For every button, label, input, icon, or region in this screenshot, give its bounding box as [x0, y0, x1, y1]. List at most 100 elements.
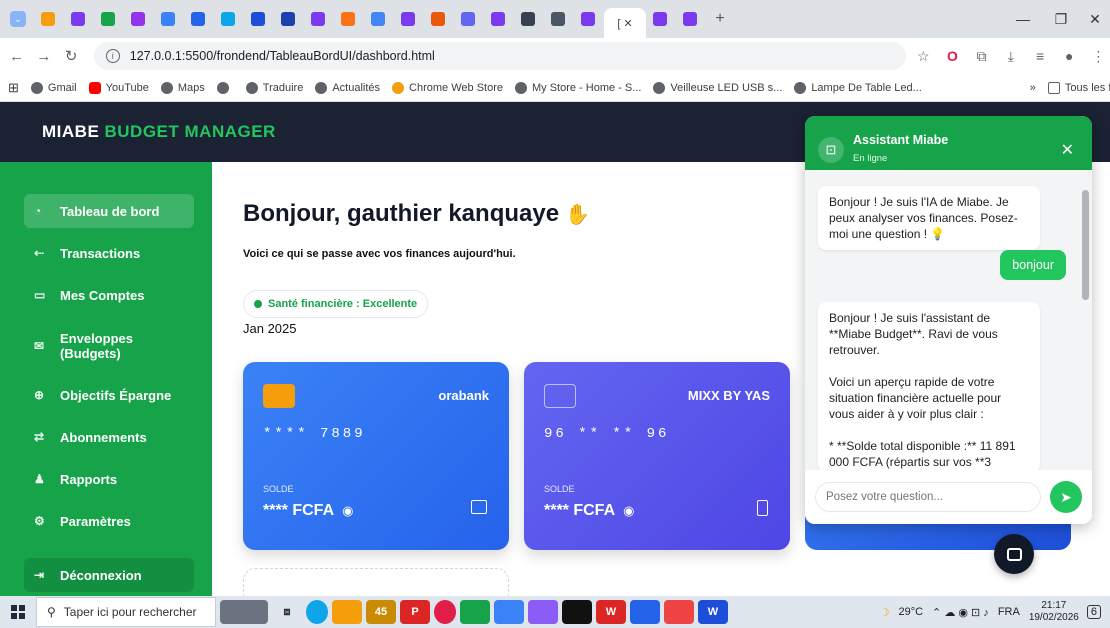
language-indicator[interactable]: FRA [998, 606, 1020, 618]
weather-icon[interactable]: ☽ [880, 606, 890, 619]
logout-button[interactable]: ⇥ Déconnexion [24, 558, 194, 592]
eye-icon[interactable]: ◉ [342, 503, 353, 518]
browser-tab[interactable] [514, 6, 542, 32]
browser-tab[interactable] [244, 6, 272, 32]
wps-icon[interactable]: W [596, 600, 626, 624]
bookmark-star-icon[interactable]: ☆ [912, 48, 935, 65]
bookmark-my-store[interactable]: My Store - Home - S... [515, 81, 641, 94]
browser-tab[interactable] [364, 6, 392, 32]
chat-scrollbar[interactable] [1082, 178, 1089, 464]
back-icon[interactable]: ← [6, 48, 27, 65]
browser-tab[interactable] [184, 6, 212, 32]
browser-tab[interactable] [574, 6, 602, 32]
browser-tab[interactable] [394, 6, 422, 32]
scroll-thumb[interactable] [1082, 190, 1089, 300]
sidebar-item-subscriptions[interactable]: ⇄ Abonnements [24, 420, 194, 454]
restore-icon[interactable]: ❐ [1042, 0, 1080, 38]
chrome-badge-icon[interactable]: 45 [366, 600, 396, 624]
bookmark-youtube[interactable]: YouTube [88, 81, 149, 94]
clock[interactable]: 21:17 19/02/2026 [1029, 600, 1079, 624]
browser-tab[interactable] [94, 6, 122, 32]
file-explorer-icon[interactable] [332, 600, 362, 624]
app-icon[interactable] [528, 600, 558, 624]
account-card[interactable]: MIXX BY YAS 96 ** ** 96 SOLDE **** FCFA ◉ [524, 362, 790, 550]
url-text: 127.0.0.1:5500/frondend/TableauBordUI/da… [129, 49, 435, 63]
browser-tab-active[interactable]: [ ✕ [604, 8, 646, 38]
bookmark-lampe[interactable]: Lampe De Table Led... [794, 81, 922, 94]
browser-tab[interactable] [646, 6, 674, 32]
task-view-icon[interactable]: ⧈ [272, 600, 302, 624]
chat-assistant-name: Assistant Miabe [853, 133, 949, 147]
chat-toggle-button[interactable] [994, 534, 1034, 574]
edge-icon[interactable] [306, 600, 328, 624]
site-info-icon[interactable]: i [105, 49, 120, 63]
browser-tab[interactable] [274, 6, 302, 32]
close-window-icon[interactable]: ✕ [1076, 0, 1110, 38]
notification-icon[interactable]: 6 [1086, 605, 1101, 619]
browser-tab[interactable] [34, 6, 62, 32]
minimize-icon[interactable]: — [1004, 0, 1042, 38]
tray-icons[interactable]: ⌃ ☁ ◉ ⊡ ♪ [932, 606, 989, 619]
bookmark-chrome-store[interactable]: Chrome Web Store [392, 81, 503, 94]
app-icon[interactable] [494, 600, 524, 624]
bookmark-maps[interactable]: Maps [160, 81, 205, 94]
word-icon[interactable]: W [698, 600, 728, 624]
browser-tab[interactable] [424, 6, 452, 32]
sidebar-item-envelopes[interactable]: ✉ Enveloppes (Budgets) [24, 326, 194, 366]
taskbar-search[interactable]: ⚲ Taper ici pour rechercher [36, 597, 216, 627]
account-card[interactable]: orabank **** 7889 SOLDE **** FCFA ◉ [243, 362, 509, 550]
reload-icon[interactable]: ↻ [61, 47, 82, 65]
bookmark-veilleuse[interactable]: Veilleuse LED USB s... [653, 81, 782, 94]
bookmark-globe[interactable] [216, 81, 234, 94]
bookmark-traduire[interactable]: Traduire [245, 81, 303, 94]
chat-messages[interactable]: Bonjour ! Je suis l'IA de Miabe. Je peux… [805, 170, 1092, 470]
chat-input[interactable] [815, 482, 1041, 512]
browser-tab[interactable] [544, 6, 572, 32]
download-icon[interactable]: ⤓ [999, 48, 1022, 65]
forward-icon[interactable]: → [33, 48, 54, 65]
bookmark-gmail[interactable]: Gmail [30, 81, 77, 94]
browser-tab[interactable] [304, 6, 332, 32]
send-icon[interactable]: ➤ [1050, 481, 1082, 513]
powerpoint-icon[interactable]: P [400, 600, 430, 624]
sidebar-item-savings[interactable]: ⊕ Objectifs Épargne [24, 378, 194, 412]
app-icon[interactable] [460, 600, 490, 624]
eye-icon[interactable]: ◉ [623, 503, 634, 518]
start-button[interactable] [0, 596, 36, 628]
chat-panel: ⊡ Assistant Miabe En ligne ✕ Bonjour ! J… [805, 116, 1092, 524]
browser-tab[interactable] [214, 6, 242, 32]
extensions-icon[interactable]: ⧉ [970, 48, 993, 65]
reading-list-icon[interactable]: ≡ [1028, 48, 1051, 64]
sidebar-item-reports[interactable]: ♟ Rapports [24, 462, 194, 496]
opera-extension-icon[interactable]: O [941, 48, 964, 64]
browser-tab[interactable] [334, 6, 362, 32]
chat-message-bot: Bonjour ! Je suis l'assistant de **Miabe… [818, 302, 1040, 470]
tab-list-button[interactable]: ⌄ [4, 6, 32, 32]
terminal-icon[interactable] [562, 600, 592, 624]
url-field[interactable]: i 127.0.0.1:5500/frondend/TableauBordUI/… [93, 42, 906, 70]
opera-icon[interactable] [434, 600, 456, 624]
apps-icon[interactable]: ⊞ [8, 80, 19, 96]
chrome-icon[interactable] [664, 600, 694, 624]
browser-tab[interactable] [676, 6, 704, 32]
menu-icon[interactable]: ⋮ [1087, 48, 1110, 65]
sidebar-item-transactions[interactable]: ⇠ Transactions [24, 236, 194, 270]
bookmark-actualites[interactable]: Actualités [315, 81, 380, 94]
add-account-card[interactable] [243, 568, 509, 596]
browser-tab[interactable] [484, 6, 512, 32]
sidebar-item-settings[interactable]: ⚙ Paramètres [24, 504, 194, 538]
browser-tab[interactable] [64, 6, 92, 32]
close-icon[interactable]: ✕ [1061, 140, 1074, 160]
new-tab-button[interactable]: + [706, 6, 734, 32]
sidebar-item-accounts[interactable]: ▭ Mes Comptes [24, 278, 194, 312]
browser-tab[interactable] [124, 6, 152, 32]
search-highlight-image[interactable] [220, 600, 268, 624]
vscode-icon[interactable] [630, 600, 660, 624]
browser-tab-bar: ⌄ [ ✕ + — ❐ ✕ [0, 0, 1110, 38]
browser-tab[interactable] [454, 6, 482, 32]
sidebar-item-dashboard[interactable]: ◔ Tableau de bord [24, 194, 194, 228]
all-bookmarks[interactable]: Tous les favoris [1047, 81, 1110, 94]
browser-tab[interactable] [154, 6, 182, 32]
bookmarks-overflow[interactable]: » [1030, 82, 1036, 94]
profile-avatar[interactable]: ● [1058, 48, 1081, 64]
